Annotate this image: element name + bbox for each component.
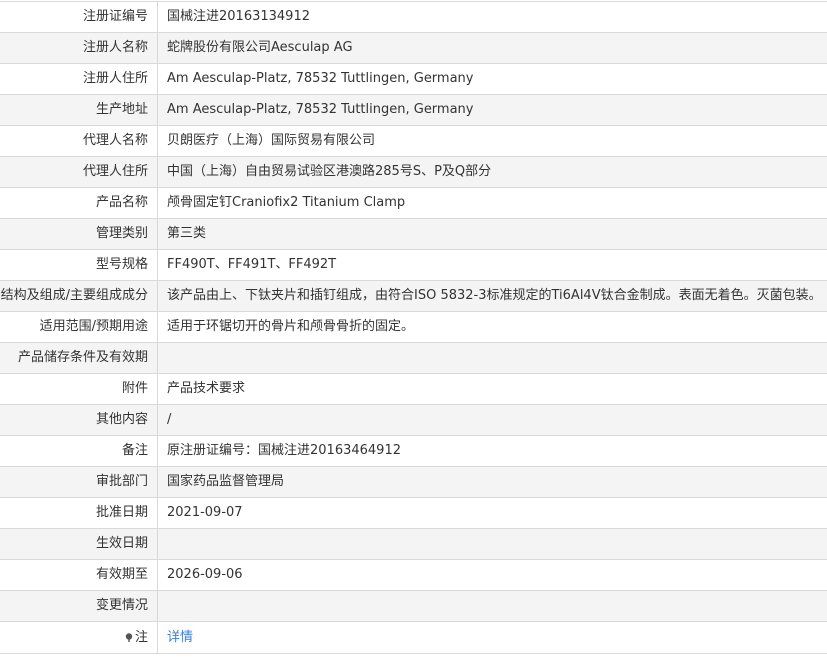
row-value: / bbox=[167, 412, 172, 427]
detail-table: 注册证编号 国械注进20163134912 注册人名称 蛇牌股份有限公司Aesc… bbox=[0, 1, 827, 654]
row-value: 2026-09-06 bbox=[167, 567, 243, 582]
row-management-category: 管理类别 第三类 bbox=[0, 219, 827, 250]
row-value: 详情 bbox=[158, 622, 827, 653]
pin-icon bbox=[125, 633, 133, 642]
row-label: 其他内容 bbox=[0, 405, 158, 435]
row-value: 贝朗医疗（上海）国际贸易有限公司 bbox=[167, 133, 376, 148]
row-value: 2021-09-07 bbox=[167, 505, 243, 520]
row-label: 生效日期 bbox=[0, 529, 158, 559]
row-product-name: 产品名称 颅骨固定钉Craniofix2 Titanium Clamp bbox=[0, 188, 827, 219]
row-value: 蛇牌股份有限公司Aesculap AG bbox=[167, 40, 353, 55]
row-label: 结构及组成/主要组成成分 bbox=[0, 281, 158, 311]
row-value: FF490T、FF491T、FF492T bbox=[167, 257, 337, 272]
row-label: 型号规格 bbox=[0, 250, 158, 280]
row-label: 注册人住所 bbox=[0, 64, 158, 94]
row-effective-date: 生效日期 bbox=[0, 529, 827, 560]
row-value: 国械注进20163134912 bbox=[167, 9, 310, 24]
row-value: 第三类 bbox=[167, 226, 207, 241]
row-intended-use: 适用范围/预期用途 适用于环锯切开的骨片和颅骨骨折的固定。 bbox=[0, 312, 827, 343]
row-label: 有效期至 bbox=[0, 560, 158, 590]
row-agent-name: 代理人名称 贝朗医疗（上海）国际贸易有限公司 bbox=[0, 126, 827, 157]
note-label: 注 bbox=[134, 630, 148, 645]
row-model-spec: 型号规格 FF490T、FF491T、FF492T bbox=[0, 250, 827, 281]
row-label: 审批部门 bbox=[0, 467, 158, 497]
row-label: 代理人住所 bbox=[0, 157, 158, 187]
row-valid-until: 有效期至 2026-09-06 bbox=[0, 560, 827, 591]
row-label: 产品储存条件及有效期 bbox=[0, 343, 158, 373]
row-value: 该产品由上、下钛夹片和插钉组成，由符合ISO 5832-3标准规定的Ti6Al4… bbox=[167, 288, 822, 303]
row-attachments: 附件 产品技术要求 bbox=[0, 374, 827, 405]
row-value bbox=[158, 529, 827, 559]
row-value: 原注册证编号：国械注进20163464912 bbox=[167, 443, 401, 458]
row-note: 注 详情 bbox=[0, 622, 827, 654]
row-label: 注册人名称 bbox=[0, 33, 158, 63]
row-label: 管理类别 bbox=[0, 219, 158, 249]
row-label: 注 bbox=[0, 622, 158, 653]
row-value bbox=[158, 343, 827, 373]
row-value: 中国（上海）自由贸易试验区港澳路285号S、P及Q部分 bbox=[167, 164, 492, 179]
row-approval-date: 批准日期 2021-09-07 bbox=[0, 498, 827, 529]
row-value: Am Aesculap-Platz, 78532 Tuttlingen, Ger… bbox=[167, 71, 474, 86]
row-value: 国家药品监督管理局 bbox=[167, 474, 285, 489]
row-agent-address: 代理人住所 中国（上海）自由贸易试验区港澳路285号S、P及Q部分 bbox=[0, 157, 827, 188]
row-value: 产品技术要求 bbox=[167, 381, 246, 396]
row-structure-composition: 结构及组成/主要组成成分 该产品由上、下钛夹片和插钉组成，由符合ISO 5832… bbox=[0, 281, 827, 312]
details-link[interactable]: 详情 bbox=[167, 630, 193, 645]
row-label: 备注 bbox=[0, 436, 158, 466]
row-label: 产品名称 bbox=[0, 188, 158, 218]
row-label: 注册证编号 bbox=[0, 2, 158, 32]
row-value: Am Aesculap-Platz, 78532 Tuttlingen, Ger… bbox=[167, 102, 474, 117]
row-production-address: 生产地址 Am Aesculap-Platz, 78532 Tuttlingen… bbox=[0, 95, 827, 126]
row-label: 附件 bbox=[0, 374, 158, 404]
row-other-content: 其他内容 / bbox=[0, 405, 827, 436]
row-value bbox=[158, 591, 827, 621]
row-storage-conditions: 产品储存条件及有效期 bbox=[0, 343, 827, 374]
row-registration-number: 注册证编号 国械注进20163134912 bbox=[0, 2, 827, 33]
row-label: 变更情况 bbox=[0, 591, 158, 621]
row-value: 适用于环锯切开的骨片和颅骨骨折的固定。 bbox=[167, 319, 415, 334]
row-label: 代理人名称 bbox=[0, 126, 158, 156]
row-label: 生产地址 bbox=[0, 95, 158, 125]
row-remarks: 备注 原注册证编号：国械注进20163464912 bbox=[0, 436, 827, 467]
row-registrant-address: 注册人住所 Am Aesculap-Platz, 78532 Tuttlinge… bbox=[0, 64, 827, 95]
row-change-history: 变更情况 bbox=[0, 591, 827, 622]
row-label: 适用范围/预期用途 bbox=[0, 312, 158, 342]
row-registrant-name: 注册人名称 蛇牌股份有限公司Aesculap AG bbox=[0, 33, 827, 64]
row-approval-department: 审批部门 国家药品监督管理局 bbox=[0, 467, 827, 498]
row-value: 颅骨固定钉Craniofix2 Titanium Clamp bbox=[167, 195, 406, 210]
row-label: 批准日期 bbox=[0, 498, 158, 528]
